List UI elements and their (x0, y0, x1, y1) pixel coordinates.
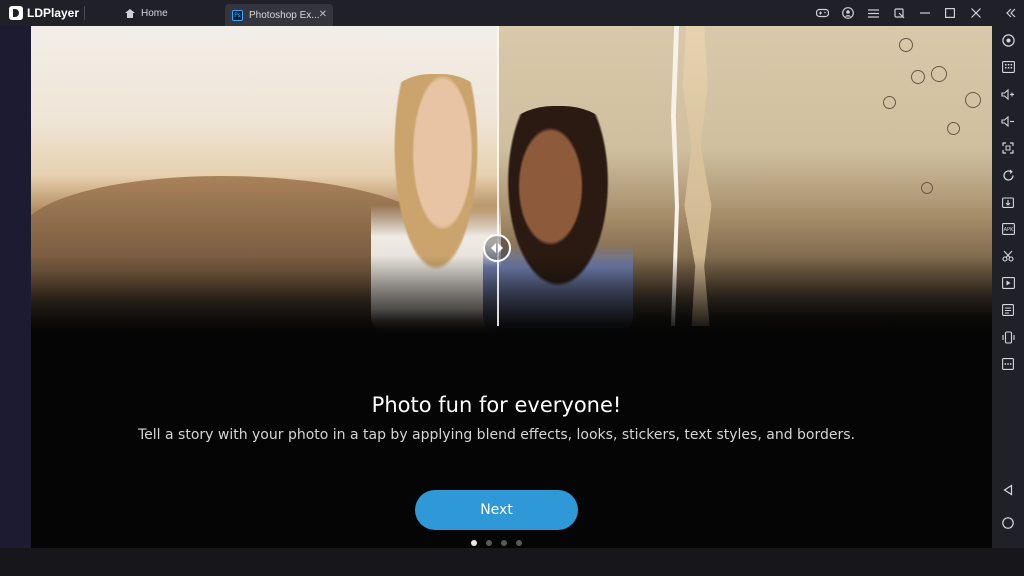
photoshop-app-icon: Ps (232, 9, 243, 21)
install-apk-icon[interactable] (992, 189, 1024, 215)
video-record-icon[interactable] (992, 270, 1024, 296)
left-edge (0, 26, 31, 548)
scissors-icon[interactable] (992, 243, 1024, 269)
tab-photoshop-label: Photoshop Ex... (249, 9, 319, 21)
page-dot-4 (516, 540, 522, 546)
fullscreen-icon[interactable] (992, 135, 1024, 161)
home-icon (125, 8, 135, 18)
arrow-right-icon (498, 243, 503, 253)
collapse-icon[interactable] (999, 0, 1024, 26)
window-controls (810, 0, 1024, 26)
page-dot-2 (486, 540, 492, 546)
keyboard-mapping-icon[interactable] (992, 54, 1024, 80)
home-icon[interactable] (992, 510, 1024, 536)
tab-home-label: Home (141, 7, 168, 19)
sketch-flower (883, 96, 896, 109)
hero-fade (31, 256, 992, 336)
gamepad-icon[interactable] (810, 0, 836, 26)
onboarding-subtext: Tell a story with your photo in a tap by… (137, 427, 855, 443)
onboarding-headline: Photo fun for everyone! (371, 393, 622, 417)
tab-close-icon[interactable]: ✕ (319, 9, 327, 20)
operation-record-icon[interactable] (992, 297, 1024, 323)
more-icon[interactable] (992, 351, 1024, 377)
menu-icon[interactable] (861, 0, 887, 26)
sketch-flower (931, 66, 947, 82)
page-indicator (471, 539, 531, 547)
hero-image (31, 26, 992, 336)
app-logo: LDPlayer (0, 0, 84, 26)
app-name: LDPlayer (27, 6, 80, 20)
page-dot-1 (471, 540, 477, 546)
maximize-icon[interactable] (938, 0, 964, 26)
volume-down-icon[interactable] (992, 108, 1024, 134)
settings-icon[interactable] (992, 27, 1024, 53)
sketch-flower (911, 70, 925, 84)
arrow-left-icon (491, 243, 496, 253)
emulator-toolbar: APK (992, 26, 1024, 548)
tab-photoshop-express[interactable]: Ps Photoshop Ex... ✕ (225, 4, 333, 26)
shake-icon[interactable] (992, 324, 1024, 350)
account-icon[interactable] (836, 0, 862, 26)
sketch-flower (921, 182, 933, 194)
back-icon[interactable] (992, 477, 1024, 503)
minimize-icon[interactable] (912, 0, 938, 26)
compare-slider-icon[interactable] (483, 234, 511, 262)
tab-home[interactable]: Home (121, 2, 221, 24)
sketch-flower (965, 92, 981, 108)
rotate-icon[interactable] (992, 162, 1024, 188)
sketch-flower (899, 38, 913, 52)
svg-text:APK: APK (1003, 227, 1013, 233)
ldplayer-logo-icon (9, 6, 23, 20)
page-dot-3 (501, 540, 507, 546)
volume-up-icon[interactable] (992, 81, 1024, 107)
emulator-window: LDPlayer Home Ps Photoshop Ex... ✕ Photo… (0, 0, 1024, 576)
title-divider (84, 6, 85, 20)
compare-divider (497, 26, 499, 326)
bottom-bar (0, 548, 1024, 576)
record-icon[interactable]: APK (992, 216, 1024, 242)
title-bar: LDPlayer Home Ps Photoshop Ex... ✕ (0, 0, 1024, 26)
next-button[interactable]: Next (415, 490, 578, 530)
close-icon[interactable] (963, 0, 989, 26)
sketch-flower (947, 122, 960, 135)
app-screen: Photo fun for everyone! Tell a story wit… (31, 26, 992, 548)
pin-icon[interactable] (887, 0, 913, 26)
